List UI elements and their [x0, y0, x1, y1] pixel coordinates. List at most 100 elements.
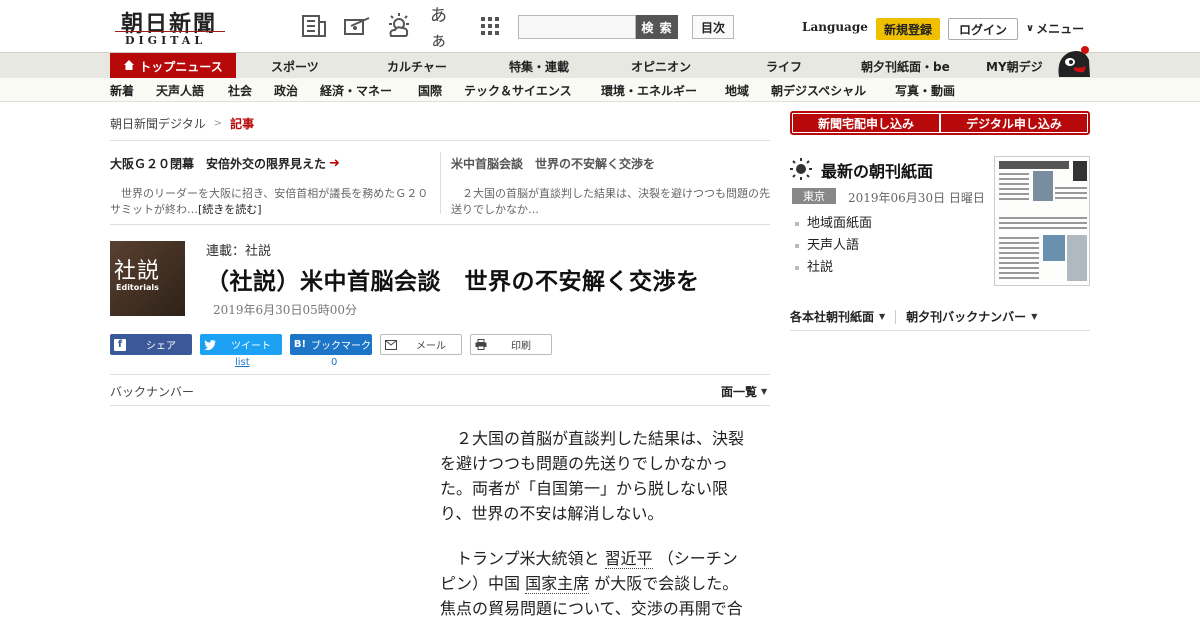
related-title[interactable]: 米中首脳会談 世界の不安解く交渉を — [451, 155, 771, 172]
backnumber-label[interactable]: バックナンバー — [110, 383, 194, 400]
related-article[interactable]: 米中首脳会談 世界の不安解く交渉を ２大国の首脳が直談判した結果は、決裂を避けつ… — [451, 155, 771, 218]
nav-sports[interactable]: スポーツ — [271, 53, 319, 79]
main-nav: トップニュース スポーツ カルチャー 特集・連載 オピニオン ライフ 朝夕刊紙面… — [0, 52, 1200, 79]
subnav-item[interactable]: 環境・エネルギー — [601, 78, 697, 102]
search-input[interactable] — [518, 15, 636, 39]
nav-features[interactable]: 特集・連載 — [509, 53, 569, 79]
coupon-icon[interactable] — [342, 12, 370, 40]
logo-rule — [115, 31, 225, 32]
subnav-item[interactable]: 天声人語 — [156, 78, 204, 102]
nav-paper[interactable]: 朝夕刊紙面・be — [861, 53, 950, 79]
register-button[interactable]: 新規登録 — [876, 18, 940, 40]
newspaper-icon[interactable] — [300, 12, 328, 40]
triangle-down-icon: ▼ — [1031, 312, 1038, 321]
printer-icon — [471, 334, 491, 355]
publish-date: 2019年6月30日05時00分 — [213, 303, 357, 317]
menu-label: メニュー — [1036, 22, 1085, 36]
nav-life[interactable]: ライフ — [766, 53, 802, 79]
logo-subtitle: DIGITAL — [125, 34, 207, 47]
divider — [440, 152, 441, 214]
subnav-item[interactable]: 社会 — [228, 78, 252, 102]
language-link[interactable]: Language — [802, 20, 868, 34]
body-paragraph: トランプ米大統領と 習近平 （シーチンピン）中国 国家主席 が大阪で会談した。焦… — [440, 549, 743, 618]
divider — [110, 405, 770, 406]
series-label[interactable]: 連載：社説 — [206, 240, 271, 259]
site-header: 朝日新聞 DIGITAL あぁ 検 索 目次 Language 新規登録 ログイ… — [0, 0, 1200, 52]
chevron-down-icon: ∨ — [1026, 23, 1035, 34]
read-more-link[interactable]: [続きを読む] — [198, 203, 262, 216]
latest-paper-list: 地域面紙面 天声人語 社説 — [795, 213, 872, 279]
nav-label: トップニュース — [139, 59, 223, 74]
menu-button[interactable]: ∨ メニュー — [1026, 20, 1084, 37]
twitter-icon — [200, 334, 220, 355]
subnav-item[interactable]: 写真・動画 — [895, 78, 955, 102]
nav-my-asadigi[interactable]: MY朝デジ — [986, 53, 1043, 79]
toc-button[interactable]: 目次 — [692, 15, 734, 39]
list-item[interactable]: 社説 — [795, 257, 872, 279]
home-icon — [123, 59, 135, 74]
mail-share-button[interactable]: メール — [380, 334, 462, 355]
asahi-logo[interactable]: 朝日新聞 DIGITAL — [115, 6, 230, 48]
nav-top-news[interactable]: トップニュース — [110, 53, 236, 79]
triangle-down-icon: ▼ — [761, 387, 768, 396]
latest-paper-date: 2019年06月30日 日曜日 — [848, 191, 985, 205]
twitter-share-button[interactable]: ツイート — [200, 334, 282, 355]
divider — [895, 309, 897, 324]
thumb-subtitle: Editorials — [116, 283, 159, 292]
divider — [110, 140, 770, 141]
breadcrumb-home[interactable]: 朝日新聞デジタル — [110, 115, 206, 132]
page-list-dropdown[interactable]: 面一覧 ▼ — [721, 383, 767, 400]
subnav-item[interactable]: 政治 — [274, 78, 298, 102]
subscribe-home-button[interactable]: 新聞宅配申し込み — [793, 114, 939, 132]
related-excerpt: 世界のリーダーを大阪に招き、安倍首相が議長を務めたＧ２０サミットが終わ…[続きを… — [110, 187, 429, 216]
breadcrumb-separator: > — [213, 118, 223, 129]
newspaper-front-page-image[interactable] — [994, 156, 1090, 286]
sun-icon — [790, 158, 812, 180]
divider — [110, 224, 770, 225]
list-item[interactable]: 天声人語 — [795, 235, 872, 257]
subscribe-digital-button[interactable]: デジタル申し込み — [941, 114, 1087, 132]
divider — [790, 330, 1090, 331]
hatena-count: 0 — [331, 357, 338, 368]
facebook-share-button[interactable]: f シェア — [110, 334, 192, 355]
search-button[interactable]: 検 索 — [636, 15, 678, 39]
bullet-icon — [795, 222, 799, 226]
editorial-thumbnail[interactable]: 社説 Editorials — [110, 241, 185, 316]
paper-links: 各本社朝刊紙面 ▼ 朝夕刊バックナンバー ▼ — [790, 308, 1037, 325]
nav-opinion[interactable]: オピニオン — [631, 53, 691, 79]
mail-icon — [381, 334, 401, 355]
latest-paper-title[interactable]: 最新の朝刊紙面 — [821, 158, 933, 182]
subnav-item[interactable]: 経済・マネー — [320, 78, 392, 102]
article-title: （社説）米中首脳会談 世界の不安解く交渉を — [206, 269, 700, 295]
breadcrumb-current: 記事 — [230, 117, 255, 131]
hatena-icon: B! — [293, 339, 307, 350]
bullet-icon — [795, 266, 799, 270]
mascot-icon[interactable] — [1054, 44, 1092, 78]
all-editions-link[interactable]: 各本社朝刊紙面 ▼ — [790, 308, 885, 325]
bullet-icon — [795, 244, 799, 248]
glossary-term[interactable]: 習近平 — [604, 549, 653, 569]
divider — [110, 374, 770, 375]
subnav-item[interactable]: 地域 — [725, 78, 749, 102]
related-article[interactable]: 大阪Ｇ２０閉幕 安倍外交の限界見えた ➜ 世界のリーダーを大阪に招き、安倍首相が… — [110, 155, 430, 218]
subnav-item[interactable]: 新着 — [110, 78, 134, 102]
hatena-bookmark-button[interactable]: B! ブックマーク — [290, 334, 372, 355]
subnav-item[interactable]: 朝デジスペシャル — [771, 78, 866, 102]
apps-grid-icon[interactable] — [476, 12, 504, 40]
subnav-item[interactable]: テック＆サイエンス — [464, 78, 572, 102]
back-number-link[interactable]: 朝夕刊バックナンバー ▼ — [906, 308, 1037, 325]
region-badge: 東京 — [792, 188, 836, 204]
subscribe-box: 新聞宅配申し込み デジタル申し込み — [790, 111, 1090, 135]
login-button[interactable]: ログイン — [948, 18, 1018, 40]
font-size-icon[interactable]: あぁ — [430, 6, 458, 51]
list-item[interactable]: 地域面紙面 — [795, 213, 872, 235]
glossary-term[interactable]: 国家主席 — [525, 574, 590, 594]
print-button[interactable]: 印刷 — [470, 334, 552, 355]
nav-culture[interactable]: カルチャー — [387, 53, 447, 79]
weather-icon[interactable] — [385, 12, 413, 40]
twitter-count[interactable]: list — [235, 357, 250, 368]
triangle-down-icon: ▼ — [879, 312, 886, 321]
related-title[interactable]: 大阪Ｇ２０閉幕 安倍外交の限界見えた ➜ — [110, 155, 430, 172]
subnav-item[interactable]: 国際 — [418, 78, 442, 102]
facebook-icon: f — [110, 334, 130, 355]
